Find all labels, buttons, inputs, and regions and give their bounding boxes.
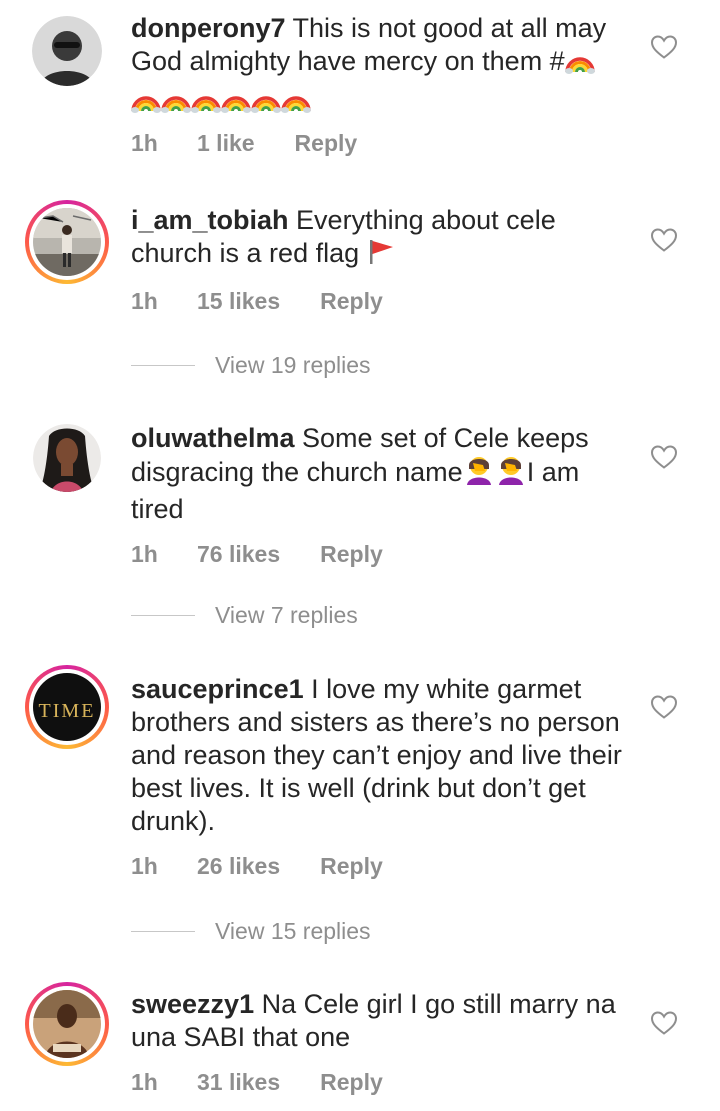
reply-button[interactable]: Reply <box>320 1066 383 1099</box>
avatar[interactable] <box>25 200 109 284</box>
heart-outline-icon[interactable] <box>650 694 678 720</box>
rainbow-icon <box>131 87 161 121</box>
comment-likes[interactable]: 15 likes <box>197 285 280 318</box>
avatar[interactable] <box>32 16 102 86</box>
heart-outline-icon[interactable] <box>650 227 678 253</box>
reply-button[interactable]: Reply <box>320 538 383 571</box>
comment-time: 1h <box>131 130 158 156</box>
rainbow-icon <box>191 87 221 121</box>
comment-username[interactable]: donperony7 <box>131 13 286 43</box>
rainbow-icon <box>564 48 595 82</box>
comment-username[interactable]: oluwathelma <box>131 423 295 453</box>
comment-username[interactable]: sweezzy1 <box>131 989 254 1019</box>
comment-meta: 1h 31 likes Reply <box>131 1066 631 1099</box>
comment-time: 1h <box>131 541 158 567</box>
reply-button[interactable]: Reply <box>320 285 383 318</box>
view-replies-label: View 7 replies <box>215 602 358 628</box>
comment-username[interactable]: i_am_tobiah <box>131 205 289 235</box>
avatar[interactable] <box>25 982 109 1066</box>
heart-outline-icon[interactable] <box>650 1010 678 1036</box>
comment-body: i_am_tobiah Everything about cele church… <box>131 204 631 318</box>
comment-time: 1h <box>131 288 158 314</box>
red-flag-icon <box>367 237 395 273</box>
avatar[interactable]: TIME <box>25 665 109 749</box>
comment-body: sweezzy1 Na Cele girl I go still marry n… <box>131 988 631 1099</box>
comment-username[interactable]: sauceprince1 <box>131 674 304 704</box>
view-replies-label: View 19 replies <box>215 352 371 378</box>
rainbow-icon <box>251 87 281 121</box>
comment-body: donperony7 This is not good at all may G… <box>131 12 631 160</box>
rainbow-icon <box>161 87 191 121</box>
rainbow-icon <box>281 87 311 121</box>
comment-time: 1h <box>131 853 158 879</box>
rainbow-icon <box>221 87 251 121</box>
facepalm-icon <box>463 455 495 493</box>
comment-time: 1h <box>131 1069 158 1095</box>
view-replies-divider <box>131 615 195 616</box>
avatar-time-text: TIME <box>39 700 96 722</box>
comment-likes[interactable]: 76 likes <box>197 538 280 571</box>
view-replies-divider <box>131 365 195 366</box>
view-replies-button[interactable]: View 19 replies <box>131 352 371 379</box>
comment-body: oluwathelma Some set of Cele keeps disgr… <box>131 422 631 571</box>
avatar[interactable] <box>33 424 101 492</box>
comment-likes[interactable]: 31 likes <box>197 1066 280 1099</box>
heart-outline-icon[interactable] <box>650 444 678 470</box>
heart-outline-icon[interactable] <box>650 34 678 60</box>
view-replies-button[interactable]: View 15 replies <box>131 918 371 945</box>
comment-meta: 1h 15 likes Reply <box>131 285 631 318</box>
reply-button[interactable]: Reply <box>320 850 383 883</box>
facepalm-icon <box>495 455 527 493</box>
comment-meta: 1h 26 likes Reply <box>131 850 631 883</box>
comment-likes[interactable]: 1 like <box>197 127 255 160</box>
comment-body: sauceprince1 I love my white garmet brot… <box>131 673 631 883</box>
comment-meta: 1h 1 like Reply <box>131 127 631 160</box>
view-replies-divider <box>131 931 195 932</box>
view-replies-button[interactable]: View 7 replies <box>131 602 358 629</box>
comment-meta: 1h 76 likes Reply <box>131 538 631 571</box>
rainbow-emoji-row <box>131 84 631 117</box>
view-replies-label: View 15 replies <box>215 918 371 944</box>
reply-button[interactable]: Reply <box>295 127 358 160</box>
comment-likes[interactable]: 26 likes <box>197 850 280 883</box>
